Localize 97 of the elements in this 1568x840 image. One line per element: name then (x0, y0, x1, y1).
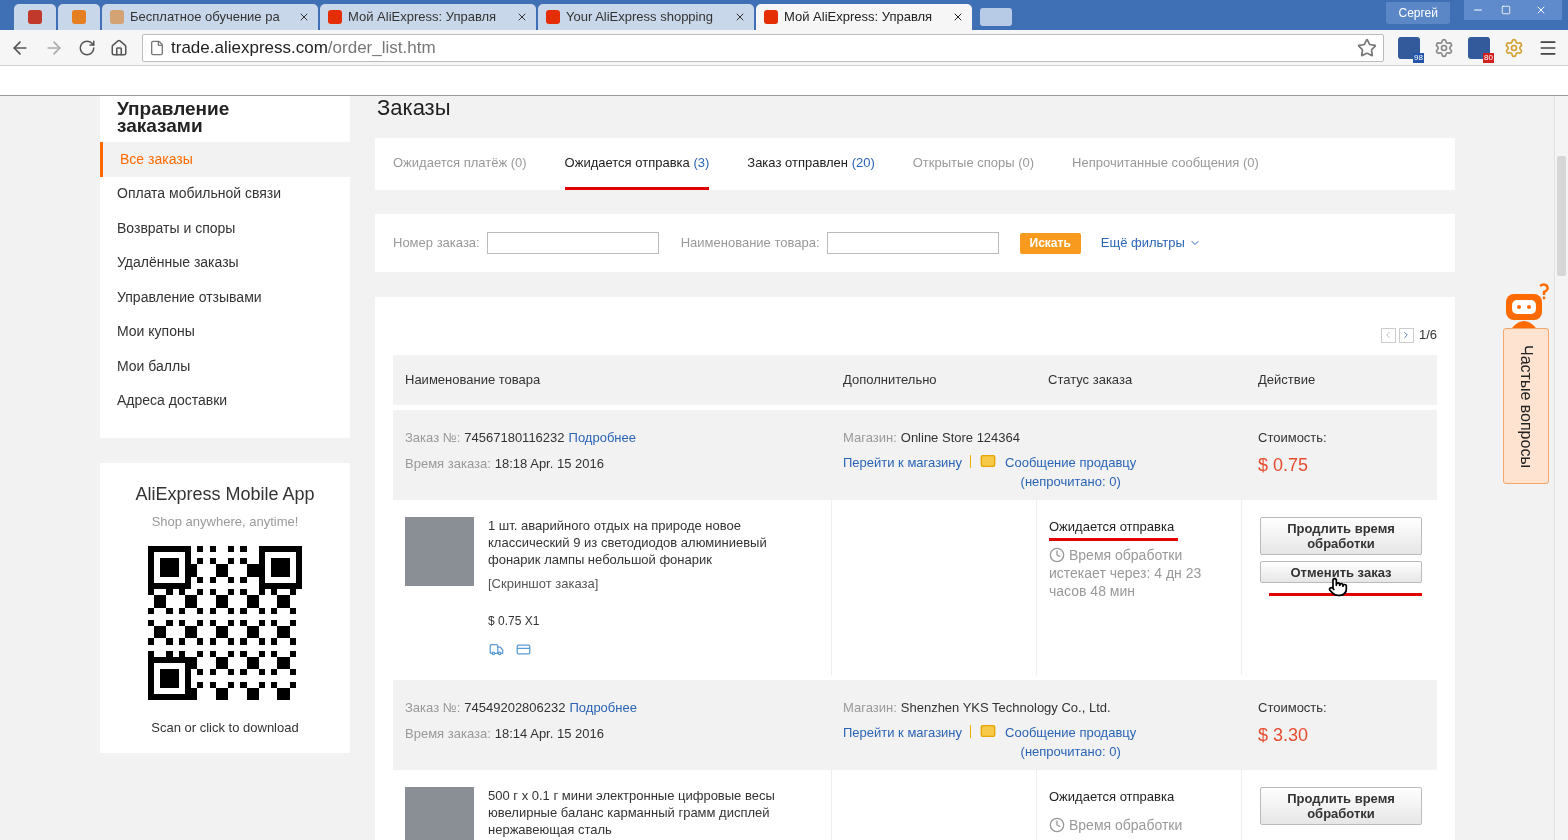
order-time: 18:14 Apr. 15 2016 (494, 724, 604, 743)
url-host: trade.aliexpress.com/order_list.htm (171, 36, 436, 59)
order-number-field[interactable] (486, 232, 659, 254)
clock-icon (1049, 816, 1065, 833)
sidebar-item[interactable]: Оплата мобильной связи (100, 176, 350, 211)
page-icon (149, 39, 165, 56)
close-icon[interactable] (516, 11, 528, 23)
unread-count: (непрочитано: 0) (1020, 743, 1121, 761)
hand-cursor-icon (1328, 576, 1348, 598)
order-number: 74567180116232 (464, 429, 565, 447)
filter-label: Номер заказа: (393, 234, 480, 253)
column-header: Статус заказа (1047, 371, 1134, 390)
product-title[interactable]: 1 шт. аварийного отдых на природе новое классический 9 из светодиодов алюминиевый фонарик лампы небольшой фонарик (488, 517, 798, 568)
browser-tab[interactable]: Your AliExpress shopping (538, 4, 754, 30)
profile-name[interactable]: Сергей (1386, 2, 1450, 24)
home-icon[interactable] (110, 38, 128, 57)
app-subtitle: Shop anywhere, anytime! (151, 513, 299, 531)
message-seller-link[interactable]: Сообщение продавцу (1005, 452, 1137, 472)
product-name-field[interactable] (826, 232, 999, 254)
browser-tab[interactable]: Бесплатное обучение ра (102, 4, 318, 30)
column-header: Действие (1257, 371, 1317, 390)
page-counter: 1/6 (1418, 326, 1437, 345)
column-header: Наименование товара (404, 371, 542, 390)
price-quantity: $ 0.75 X1 (488, 612, 541, 630)
sidebar-item[interactable]: Управление отзывами (100, 280, 350, 315)
app-title: AliExpress Mobile App (135, 483, 315, 506)
filter-label: Наименование товара: (680, 234, 820, 253)
store-link[interactable]: Перейти к магазину (843, 452, 963, 472)
scrollbar-thumb[interactable] (1557, 156, 1566, 276)
next-page-button[interactable] (1398, 327, 1414, 343)
browser-tab[interactable]: Мой AliExpress: Управля (320, 4, 536, 30)
page-heading: Заказы (376, 96, 452, 120)
action-button[interactable]: Продлить время обработки (1260, 787, 1422, 825)
card-icon[interactable] (515, 641, 532, 657)
cost-label: Стоимость: (1258, 429, 1328, 447)
order-number-label: Заказ №: (405, 429, 461, 447)
browser-tab[interactable] (14, 4, 56, 30)
status-tab[interactable]: Заказ отправлен (20) (747, 138, 875, 190)
action-button[interactable]: Отменить заказ (1260, 561, 1422, 583)
sidebar-item[interactable]: Возвраты и споры (100, 211, 350, 246)
store-label: Магазин: (843, 699, 897, 717)
status-tab[interactable]: Ожидается отправка (3) (564, 138, 710, 190)
browser-tab[interactable]: Мой AliExpress: Управля (756, 4, 972, 30)
order-time: 18:18 Apr. 15 2016 (494, 454, 604, 473)
bookmark-star-icon[interactable] (1357, 37, 1377, 58)
cost-label: Стоимость: (1258, 699, 1328, 717)
sidebar-item[interactable]: Мои баллы (100, 349, 350, 384)
store-label: Магазин: (843, 429, 897, 447)
sidebar-item[interactable]: Мои купоны (100, 314, 350, 349)
column-header: Дополнительно (842, 371, 938, 390)
unread-count: (непрочитано: 0) (1020, 473, 1121, 491)
snapshot-link[interactable]: [Скриншот заказа] (488, 574, 798, 594)
order-number-label: Заказ №: (405, 699, 461, 717)
order-time-label: Время заказа: (405, 724, 491, 743)
scrollbar[interactable] (1554, 96, 1568, 840)
close-icon[interactable] (952, 11, 964, 23)
gear-icon[interactable] (1504, 37, 1524, 58)
order-status: Ожидается отправка (1049, 517, 1179, 541)
browser-tab[interactable] (58, 4, 100, 30)
order-cost: $ 0.75 (1258, 453, 1310, 477)
qr-code-icon[interactable] (148, 545, 302, 700)
faq-button[interactable]: Частые вопросы (1503, 328, 1549, 484)
processing-time-title: Время обработки (1069, 545, 1183, 564)
extension-badge: 98 (1413, 52, 1424, 63)
processing-time-remaining: истекает через: 4 дн 23 часов 48 мин (1049, 563, 1203, 600)
details-link[interactable]: Подробнее (568, 428, 636, 448)
store-name: Online Store 124364 (900, 429, 1021, 447)
store-name: Shenzhen YKS Technology Co., Ltd. (900, 699, 1111, 717)
order-cost: $ 3.30 (1258, 723, 1310, 747)
sidebar-item[interactable]: Адреса доставки (100, 383, 350, 418)
product-title[interactable]: 500 г x 0.1 г мини электронные цифровые весы ювелирные баланс карманный грамм дисплей нержавеющая сталь (488, 787, 798, 838)
address-bar[interactable]: trade.aliexpress.com/order_list.htm (142, 33, 1384, 62)
gear-icon[interactable] (1434, 37, 1454, 58)
close-icon[interactable] (734, 11, 746, 23)
close-icon (1535, 4, 1547, 16)
order-status: Ожидается отправка (1049, 788, 1176, 806)
download-caption[interactable]: Scan or click to download (151, 717, 299, 737)
processing-time-title: Время обработки (1069, 815, 1183, 834)
photo-placeholder (405, 517, 474, 586)
clock-icon (1049, 546, 1065, 563)
extension-badge: 80 (1483, 52, 1494, 63)
photo-placeholder (405, 787, 474, 840)
order-time-label: Время заказа: (405, 454, 491, 473)
reload-icon[interactable] (78, 38, 96, 57)
previous-page-button[interactable] (1380, 327, 1396, 343)
sidebar-heading: Управление заказами (117, 97, 231, 134)
truck-icon[interactable] (488, 641, 505, 657)
action-button[interactable]: Продлить время обработки (1260, 517, 1422, 555)
sidebar-item[interactable]: Удалённые заказы (100, 245, 350, 280)
minimize-button[interactable] (1464, 0, 1492, 20)
message-seller-link[interactable]: Сообщение продавцу (1005, 722, 1137, 742)
maximize-icon (1501, 5, 1511, 15)
store-link[interactable]: Перейти к магазину (843, 722, 963, 742)
close-icon[interactable] (298, 11, 310, 23)
order-number: 74549202806232 (464, 699, 566, 717)
details-link[interactable]: Подробнее (569, 698, 637, 718)
more-filters-link[interactable]: Ещё фильтры (1100, 233, 1201, 253)
